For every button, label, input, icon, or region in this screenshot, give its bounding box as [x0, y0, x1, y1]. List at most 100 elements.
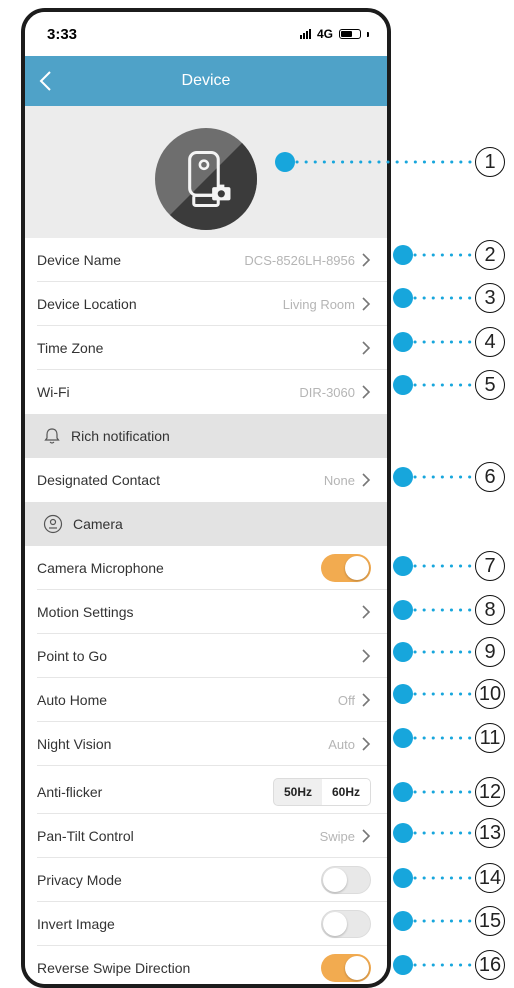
callout-number: 9 [475, 637, 505, 667]
callout-number: 10 [475, 679, 505, 709]
device-name-row[interactable]: Device Name DCS-8526LH-8956 [25, 238, 387, 282]
night-vision-value: Auto [328, 736, 355, 752]
wifi-row[interactable]: Wi-Fi DIR-3060 [25, 370, 387, 414]
callout-dot [393, 728, 413, 748]
callout-dot [393, 288, 413, 308]
callout-dot [393, 467, 413, 487]
callout-number: 14 [475, 863, 505, 893]
privacy-mode-row: Privacy Mode [25, 858, 387, 902]
device-camera-icon[interactable] [155, 128, 257, 230]
device-location-value: Living Room [282, 296, 355, 312]
chevron-right-icon [362, 649, 371, 663]
back-icon[interactable] [35, 69, 59, 93]
reverse-swipe-label: Reverse Swipe Direction [37, 960, 191, 976]
reverse-swipe-row: Reverse Swipe Direction [25, 946, 387, 984]
designated-contact-label: Designated Contact [37, 472, 160, 488]
callout-dot [393, 245, 413, 265]
device-hero [25, 106, 387, 238]
chevron-right-icon [362, 693, 371, 707]
callout-dot [275, 152, 295, 172]
nav-bar: Device [25, 56, 387, 106]
callout-number: 5 [475, 370, 505, 400]
chevron-right-icon [362, 297, 371, 311]
callout-dot [393, 868, 413, 888]
privacy-mode-toggle[interactable] [321, 866, 371, 894]
rich-notification-section: Rich notification [25, 414, 387, 458]
auto-home-row[interactable]: Auto Home Off [25, 678, 387, 722]
callout-dot [393, 955, 413, 975]
camera-microphone-toggle[interactable] [321, 554, 371, 582]
point-to-go-row[interactable]: Point to Go [25, 634, 387, 678]
callout-dot [393, 556, 413, 576]
invert-image-row: Invert Image [25, 902, 387, 946]
invert-image-label: Invert Image [37, 916, 115, 932]
device-location-label: Device Location [37, 296, 137, 312]
anti-flicker-option-50hz[interactable]: 50Hz [274, 779, 322, 805]
chevron-right-icon [362, 605, 371, 619]
chevron-right-icon [362, 473, 371, 487]
device-name-label: Device Name [37, 252, 122, 268]
callout-number: 15 [475, 906, 505, 936]
callout-dot [393, 375, 413, 395]
rich-notification-label: Rich notification [71, 428, 170, 444]
time-zone-row[interactable]: Time Zone [25, 326, 387, 370]
battery-icon [339, 29, 361, 39]
pan-tilt-control-row[interactable]: Pan-Tilt Control Swipe [25, 814, 387, 858]
callout-dot [393, 911, 413, 931]
callout-dot [393, 600, 413, 620]
invert-image-toggle[interactable] [321, 910, 371, 938]
callout-number: 13 [475, 818, 505, 848]
device-name-value: DCS-8526LH-8956 [244, 252, 355, 268]
pan-tilt-control-label: Pan-Tilt Control [37, 828, 134, 844]
camera-microphone-label: Camera Microphone [37, 560, 164, 576]
wifi-value: DIR-3060 [299, 384, 355, 400]
callout-number: 2 [475, 240, 505, 270]
chevron-right-icon [362, 341, 371, 355]
chevron-right-icon [362, 385, 371, 399]
wifi-label: Wi-Fi [37, 384, 70, 400]
callout-dot [393, 684, 413, 704]
callout-number: 8 [475, 595, 505, 625]
phone-frame: 3:33 4G Device Device Name DCS-8526LH-89… [21, 8, 391, 988]
chevron-right-icon [362, 737, 371, 751]
callout-number: 4 [475, 327, 505, 357]
chevron-right-icon [362, 829, 371, 843]
callout-number: 7 [475, 551, 505, 581]
camera-icon [43, 514, 63, 534]
status-time: 3:33 [47, 25, 78, 43]
point-to-go-label: Point to Go [37, 648, 108, 664]
callout-number: 11 [475, 723, 505, 753]
network-label: 4G [316, 27, 333, 41]
anti-flicker-segmented-control: 50Hz 60Hz [272, 778, 371, 806]
chevron-right-icon [362, 253, 371, 267]
callout-number: 12 [475, 777, 505, 807]
privacy-mode-label: Privacy Mode [37, 872, 122, 888]
auto-home-value: Off [337, 692, 355, 708]
designated-contact-row[interactable]: Designated Contact None [25, 458, 387, 502]
night-vision-label: Night Vision [37, 736, 112, 752]
callout-dot [393, 823, 413, 843]
camera-microphone-row: Camera Microphone [25, 546, 387, 590]
callout-dot [393, 782, 413, 802]
anti-flicker-option-60hz[interactable]: 60Hz [321, 779, 370, 805]
camera-section-label: Camera [73, 516, 123, 532]
pan-tilt-control-value: Swipe [319, 828, 355, 844]
anti-flicker-row: Anti-flicker 50Hz 60Hz [25, 770, 387, 814]
camera-section: Camera [25, 502, 387, 546]
page-title: Device [181, 72, 231, 89]
callout-number: 1 [475, 147, 505, 177]
signal-icon [299, 29, 311, 39]
reverse-swipe-toggle[interactable] [321, 954, 371, 982]
motion-settings-label: Motion Settings [37, 604, 134, 620]
callout-dot [393, 642, 413, 662]
bell-icon [44, 428, 60, 444]
anti-flicker-label: Anti-flicker [37, 784, 103, 800]
device-location-row[interactable]: Device Location Living Room [25, 282, 387, 326]
night-vision-row[interactable]: Night Vision Auto [25, 722, 387, 766]
callout-number: 3 [475, 283, 505, 313]
motion-settings-row[interactable]: Motion Settings [25, 590, 387, 634]
callout-number: 16 [475, 950, 505, 980]
auto-home-label: Auto Home [37, 692, 108, 708]
designated-contact-value: None [323, 472, 355, 488]
status-bar: 3:33 4G [25, 12, 387, 56]
